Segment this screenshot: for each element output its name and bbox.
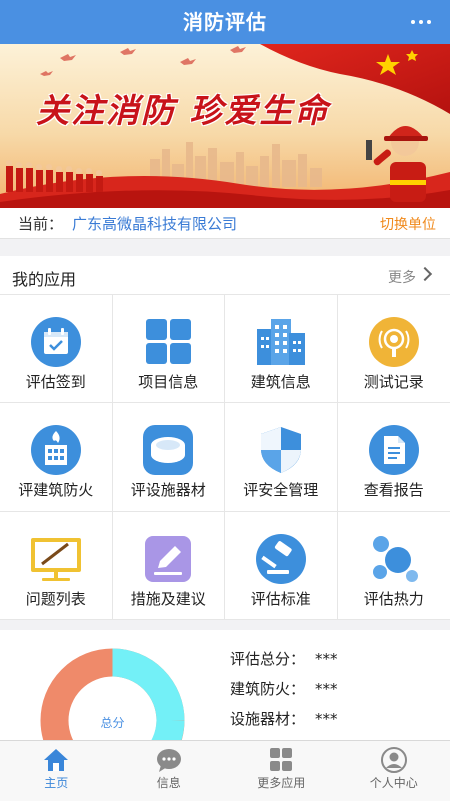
user-icon [380,747,408,773]
my-apps-title: 我的应用 [12,266,76,290]
apps-icon [267,747,295,773]
app-item-label: 评估热力 [338,588,450,609]
app-item-label: 项目信息 [113,371,225,392]
donut-segment-cyan [113,663,171,721]
easel-icon [28,534,84,584]
smoke-detector-icon [140,425,196,475]
score-row-facilities: 设施器材：*** [230,704,338,734]
bottom-tab-bar: 主页 信息 更多应用 个人中心 [0,740,450,801]
score-donut-chart: 总分 [40,648,185,740]
app-item-standards[interactable]: 评估标准 [225,512,338,620]
score-row-building-fire: 建筑防火：*** [230,674,338,704]
score-summary-panel: 总分 评估总分：*** 建筑防火：*** 设施器材：*** [0,630,450,740]
my-apps-header: 我的应用 更多 [0,256,450,295]
app-item-building-fire[interactable]: 评建筑防火 [0,403,113,511]
donut-center-label: 总分 [100,716,124,730]
app-item-issue-list[interactable]: 问题列表 [0,512,113,620]
app-title: 消防评估 [0,0,450,44]
tab-label: 更多应用 [225,774,338,791]
score-rows: 评估总分：*** 建筑防火：*** 设施器材：*** [230,644,338,734]
report-icon [366,425,422,475]
app-item-label: 评安全管理 [225,479,337,500]
edit-icon [140,534,196,584]
more-menu-button[interactable] [406,8,436,36]
app-item-view-report[interactable]: 查看报告 [338,403,450,511]
app-item-label: 评设施器材 [113,479,225,500]
score-value: *** [315,710,338,728]
my-apps-section: 我的应用 更多 评估签到 项目信息 建筑信息 测试记录 [0,256,450,620]
app-item-label: 查看报告 [338,479,450,500]
banner-slogan: 关注消防 珍爱生命 [36,84,330,132]
app-item-checkin[interactable]: 评估签到 [0,295,113,403]
app-item-building-info[interactable]: 建筑信息 [225,295,338,403]
current-company-name: 广东高微晶科技有限公司 [72,213,237,234]
app-item-project-info[interactable]: 项目信息 [113,295,226,403]
app-item-label: 测试记录 [338,371,450,392]
switch-unit-link[interactable]: 切换单位 [380,214,436,234]
more-dots-icon [411,20,415,24]
tab-label: 主页 [0,774,113,791]
gavel-icon [253,534,309,584]
tab-messages[interactable]: 信息 [113,741,226,801]
score-row-total: 评估总分：*** [230,644,338,674]
message-icon [155,747,183,773]
shield-icon [253,425,309,475]
bubbles-icon [366,534,422,584]
app-item-safety-management[interactable]: 评安全管理 [225,403,338,511]
promo-banner[interactable]: 关注消防 珍爱生命 [0,44,450,208]
current-unit-label: 当前： [18,213,63,234]
app-item-label: 评估签到 [0,371,112,392]
title-bar: 消防评估 [0,0,450,44]
tab-label: 个人中心 [338,774,450,791]
chevron-right-icon[interactable] [418,267,432,281]
tab-label: 信息 [113,774,226,791]
app-item-label: 评建筑防火 [0,479,112,500]
score-value: *** [315,680,338,698]
tab-profile[interactable]: 个人中心 [338,741,450,801]
score-value: *** [315,650,338,668]
app-item-test-records[interactable]: 测试记录 [338,295,450,403]
app-item-measures-suggestions[interactable]: 措施及建议 [113,512,226,620]
calendar-check-icon [28,317,84,367]
app-item-label: 措施及建议 [113,588,225,609]
radio-icon [366,317,422,367]
app-item-label: 问题列表 [0,588,112,609]
app-item-facilities[interactable]: 评设施器材 [113,403,226,511]
app-item-label: 建筑信息 [225,371,337,392]
building-icon [253,317,309,367]
tab-more-apps[interactable]: 更多应用 [225,741,338,801]
building-fire-icon [28,425,84,475]
tab-home[interactable]: 主页 [0,741,113,801]
app-grid: 评估签到 项目信息 建筑信息 测试记录 评建筑防火 [0,295,450,620]
home-icon [42,747,70,773]
grid-icon [140,317,196,367]
more-apps-link[interactable]: 更多 [388,267,416,287]
app-item-heatmap[interactable]: 评估热力 [338,512,450,620]
current-unit-bar: 当前： 广东高微晶科技有限公司 切换单位 [0,208,450,239]
app-item-label: 评估标准 [225,588,337,609]
